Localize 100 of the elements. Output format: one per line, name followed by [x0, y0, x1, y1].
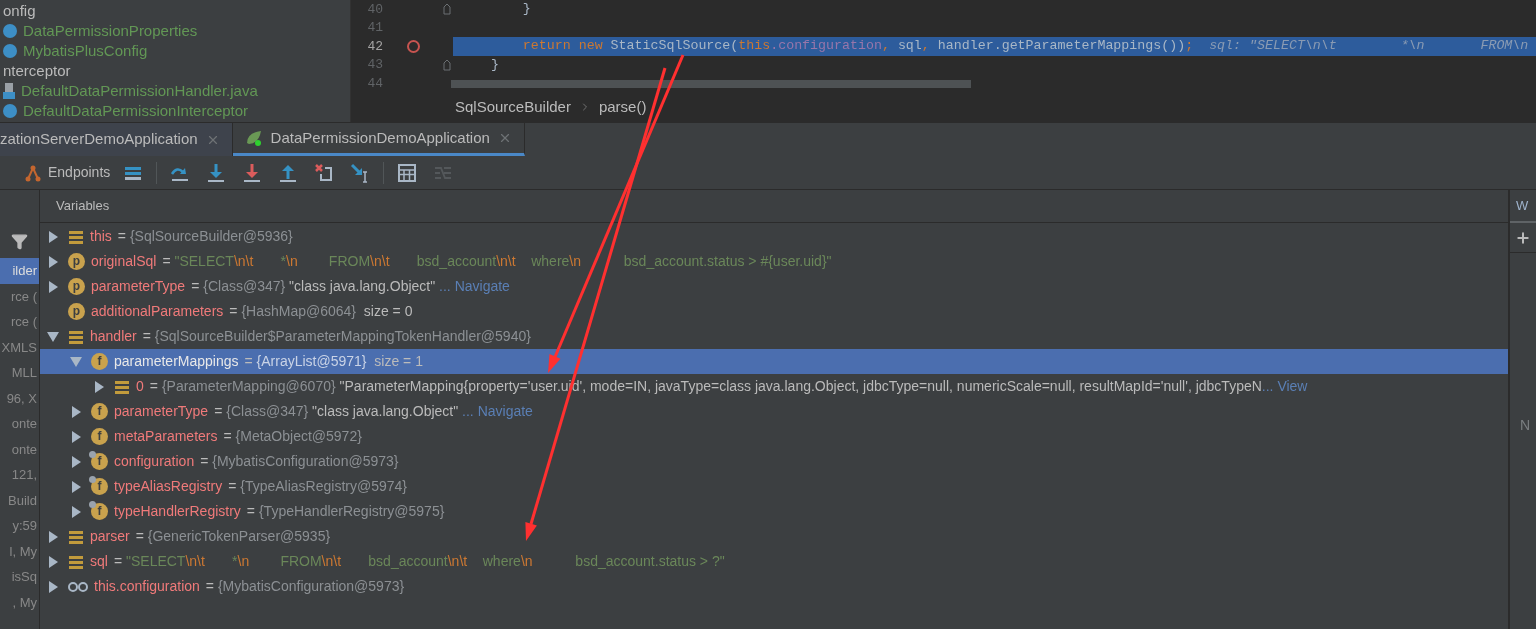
variable-name: typeHandlerRegistry: [114, 502, 241, 521]
member-badge-icon: f: [91, 353, 108, 370]
filter-icon[interactable]: [11, 232, 28, 250]
frame-item[interactable]: isSq: [0, 564, 39, 590]
line-number: 43: [366, 56, 383, 74]
variable-value: = "SELECT\n\t *\n FROM\n\t bsd_account\n\t where\n bsd_account.status > #{user.uid}": [162, 252, 832, 271]
variable-row[interactable]: f parameterType = {Class@347} "class java.lang.Object" ... Navigate: [40, 399, 1508, 424]
member-badge-icon: p: [68, 278, 85, 295]
variable-row[interactable]: f metaParameters = {MetaObject@5972}: [40, 424, 1508, 449]
variable-row[interactable]: f typeHandlerRegistry = {TypeHandlerRegistry@5975}: [40, 499, 1508, 524]
class-icon: [3, 24, 17, 38]
frame-item[interactable]: MLL: [0, 360, 39, 386]
watches-tab[interactable]: W: [1510, 190, 1536, 223]
variable-value: = "SELECT\n\t *\n FROM\n\t bsd_account\n\t where\n bsd_account.status > ?": [113, 552, 725, 571]
expand-arrow-icon[interactable]: [71, 480, 81, 493]
variable-row[interactable]: this = {SqlSourceBuilder@5936}: [40, 224, 1508, 249]
code-line: }: [489, 55, 500, 74]
line-number: 42: [366, 37, 383, 56]
variable-row[interactable]: parser = {GenericTokenParser@5935}: [40, 524, 1508, 549]
frame-item[interactable]: 96, X: [0, 385, 39, 411]
frame-item[interactable]: 121,: [0, 462, 39, 488]
variable-value: = {Class@347} "class java.lang.Object" ... Navigate: [214, 402, 533, 421]
variable-value: = {TypeHandlerRegistry@5975}: [246, 502, 445, 521]
variable-value: = {MetaObject@5972}: [223, 427, 362, 446]
breadcrumb-item[interactable]: SqlSourceBuilder: [455, 95, 571, 119]
expand-arrow-icon[interactable]: [71, 405, 81, 418]
member-badge-icon: f: [91, 503, 108, 520]
glasses-icon: [68, 580, 88, 593]
fold-marker-icon[interactable]: [443, 3, 451, 16]
frame-item[interactable]: y:59: [0, 513, 39, 539]
line-number: 41: [366, 19, 383, 37]
collapse-arrow-icon[interactable]: [47, 331, 59, 342]
expand-arrow-icon[interactable]: [71, 430, 81, 443]
panel-title: Variables: [56, 197, 110, 216]
expand-arrow-icon[interactable]: [94, 380, 104, 393]
line-number: 44: [366, 74, 383, 93]
variable-value: = {MybatisConfiguration@5973}: [205, 577, 405, 596]
variable-row[interactable]: f configuration = {MybatisConfiguration@5973}: [40, 449, 1508, 474]
variable-row[interactable]: handler = {SqlSourceBuilder$ParameterMappingTokenHandler@5940}: [40, 324, 1508, 349]
field-list-icon: [68, 528, 84, 545]
frame-item[interactable]: rce (: [0, 309, 39, 335]
variable-name: handler: [90, 327, 137, 346]
variable-row[interactable]: f parameterMappings = {ArrayList@5971} size = 1: [40, 349, 1508, 374]
line-number: 40: [366, 0, 383, 19]
file-icon: [3, 83, 15, 99]
variable-name: parameterType: [91, 277, 186, 296]
variable-value: = {GenericTokenParser@5935}: [135, 527, 331, 546]
add-icon[interactable]: [1515, 229, 1531, 246]
leaf-icon: [244, 129, 263, 147]
expand-arrow-icon[interactable]: [48, 255, 58, 268]
member-badge-icon: f: [91, 428, 108, 445]
expand-arrow-icon[interactable]: [48, 230, 58, 243]
field-list-icon: [68, 328, 84, 345]
expand-arrow-icon[interactable]: [71, 455, 81, 468]
frame-item[interactable]: Build: [0, 487, 39, 513]
expand-arrow-icon[interactable]: [48, 530, 58, 543]
frame-item[interactable]: XMLS: [0, 334, 39, 360]
variable-name: typeAliasRegistry: [114, 477, 223, 496]
frame-item[interactable]: l, My: [0, 538, 39, 564]
class-icon: [3, 104, 17, 118]
variable-row[interactable]: p additionalParameters = {HashMap@6064} size = 0: [40, 299, 1508, 324]
collapse-arrow-icon[interactable]: [70, 356, 82, 367]
endpoints-button[interactable]: Endpoints: [24, 162, 111, 183]
variable-name: parameterMappings: [114, 352, 239, 371]
field-list-icon: [114, 378, 130, 395]
expand-arrow-icon[interactable]: [48, 555, 58, 568]
variable-value: = {MybatisConfiguration@5973}: [200, 452, 399, 471]
frame-item[interactable]: onte: [0, 411, 39, 437]
watches-note: N: [1520, 417, 1531, 433]
variable-row[interactable]: p parameterType = {Class@347} "class java.lang.Object" ... Navigate: [40, 274, 1508, 299]
frame-item[interactable]: ilder: [0, 258, 39, 284]
variable-value: = {ArrayList@5971} size = 1: [244, 352, 423, 371]
run-tab[interactable]: zationServerDemoApplication: [0, 123, 233, 156]
variable-row[interactable]: sql = "SELECT\n\t *\n FROM\n\t bsd_account\n\t where\n bsd_account.status > ?": [40, 549, 1508, 574]
variable-name: 0: [136, 377, 144, 396]
variable-row[interactable]: f typeAliasRegistry = {TypeAliasRegistry@5974}: [40, 474, 1508, 499]
variable-name: sql: [90, 552, 108, 571]
fold-marker-icon[interactable]: [443, 58, 451, 71]
breadcrumb-item[interactable]: parse(): [598, 95, 647, 119]
code-line: }: [521, 0, 532, 18]
variable-name: parameterType: [114, 402, 209, 421]
variable-value: = {Class@347} "class java.lang.Object" ... Navigate: [191, 277, 510, 296]
expand-arrow-icon[interactable]: [48, 580, 58, 593]
member-badge-icon: f: [91, 403, 108, 420]
variable-name: this: [90, 227, 112, 246]
variable-value: = {TypeAliasRegistry@5974}: [228, 477, 407, 496]
member-badge-icon: p: [68, 253, 85, 270]
member-badge-icon: f: [91, 478, 108, 495]
run-tab[interactable]: DataPermissionDemoApplication: [232, 123, 525, 156]
frame-item[interactable]: , My: [0, 589, 39, 615]
frame-item[interactable]: onte: [0, 436, 39, 462]
variable-row[interactable]: this.configuration = {MybatisConfiguration@5973}: [40, 574, 1508, 599]
frame-item[interactable]: rce (: [0, 283, 39, 309]
expand-arrow-icon[interactable]: [71, 505, 81, 518]
field-list-icon: [68, 228, 84, 245]
breakpoint-icon[interactable]: [406, 39, 420, 53]
variable-row[interactable]: p originalSql = "SELECT\n\t *\n FROM\n\t bsd_account\n\t where\n bsd_account.status > #{user.uid}": [40, 249, 1508, 274]
horizontal-scrollbar[interactable]: [451, 80, 971, 88]
endpoints-icon: [24, 163, 42, 182]
expand-arrow-icon[interactable]: [48, 280, 58, 293]
